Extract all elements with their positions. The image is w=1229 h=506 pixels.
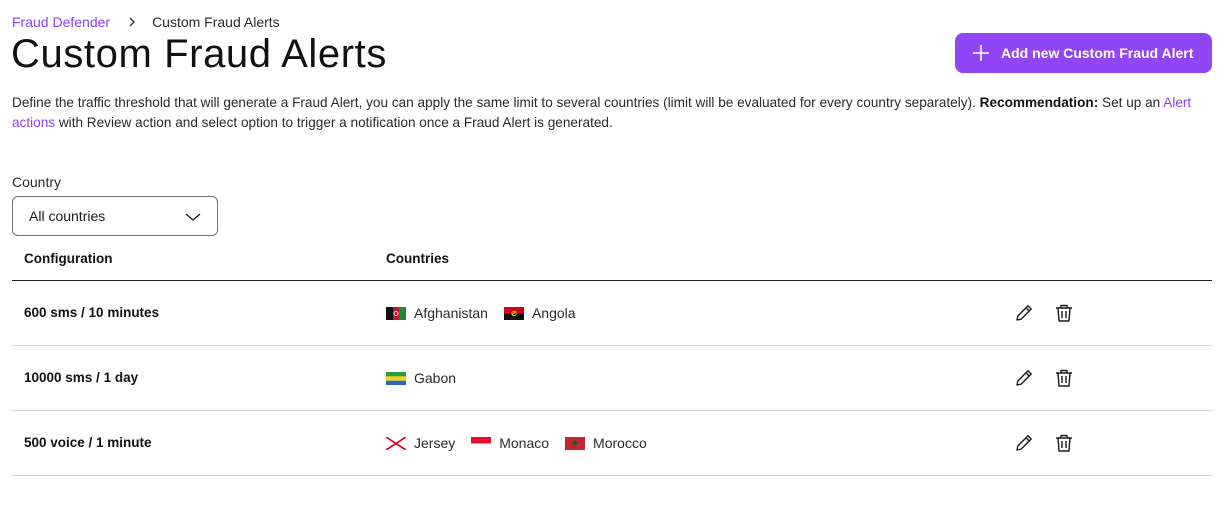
add-button-label: Add new Custom Fraud Alert — [1001, 45, 1194, 61]
chevron-right-icon — [128, 17, 136, 27]
country-select[interactable]: All countries — [12, 196, 218, 236]
row-actions — [1012, 301, 1092, 325]
country-name: Jersey — [414, 435, 456, 451]
country-chip: Monaco — [471, 435, 549, 451]
row-actions — [1012, 366, 1092, 390]
pencil-icon[interactable] — [1012, 366, 1036, 390]
country-select-value: All countries — [29, 208, 106, 224]
country-name: Monaco — [499, 435, 550, 451]
country-name: Gabon — [414, 370, 457, 386]
country-chip: Morocco — [565, 435, 647, 451]
add-custom-fraud-alert-button[interactable]: Add new Custom Fraud Alert — [955, 33, 1212, 73]
trash-icon[interactable] — [1052, 301, 1076, 325]
table-row: 10000 sms / 1 day Gabon — [12, 346, 1212, 411]
pencil-icon[interactable] — [1012, 431, 1036, 455]
row-configuration: 10000 sms / 1 day — [24, 370, 139, 385]
breadcrumb: Fraud Defender Custom Fraud Alerts — [12, 14, 280, 30]
country-name: Afghanistan — [414, 305, 488, 321]
trash-icon[interactable] — [1052, 431, 1076, 455]
country-chip: Gabon — [386, 370, 456, 386]
morocco-flag-icon — [565, 436, 586, 450]
header-countries: Countries — [386, 251, 450, 266]
jersey-flag-icon — [386, 436, 406, 450]
table-row: 600 sms / 10 minutes Afghanistan Angola — [12, 281, 1212, 346]
country-name: Morocco — [593, 435, 647, 451]
row-countries: Afghanistan Angola — [386, 305, 592, 321]
country-chip: Afghanistan — [386, 305, 488, 321]
country-chip: Jersey — [386, 435, 455, 451]
row-actions — [1012, 431, 1092, 455]
row-configuration: 600 sms / 10 minutes — [24, 305, 160, 320]
pencil-icon[interactable] — [1012, 301, 1036, 325]
country-name: Angola — [531, 305, 576, 321]
table-row: 500 voice / 1 minute Jersey Monaco Moroc… — [12, 411, 1212, 476]
monaco-flag-icon — [471, 436, 492, 450]
row-countries: Gabon — [386, 370, 472, 386]
page-description: Define the traffic threshold that will g… — [12, 95, 1192, 130]
breadcrumb-link-fraud-defender[interactable]: Fraud Defender — [12, 14, 110, 30]
angola-flag-icon — [503, 306, 524, 320]
country-chip: Angola — [503, 305, 576, 321]
header-configuration: Configuration — [24, 251, 113, 266]
gabon-flag-icon — [386, 371, 406, 385]
recommendation-label: Recommendation: — [979, 95, 1099, 110]
page-title: Custom Fraud Alerts — [11, 32, 387, 76]
row-countries: Jersey Monaco Morocco — [386, 435, 663, 451]
fraud-alerts-table: Configuration Countries 600 sms / 10 min… — [12, 240, 1212, 476]
trash-icon[interactable] — [1052, 366, 1076, 390]
table-header: Configuration Countries — [12, 240, 1212, 281]
afghanistan-flag-icon — [386, 306, 406, 320]
row-configuration: 500 voice / 1 minute — [24, 435, 152, 450]
chevron-down-icon — [185, 210, 201, 222]
country-filter-label: Country — [12, 174, 62, 190]
breadcrumb-current: Custom Fraud Alerts — [152, 14, 280, 30]
plus-icon — [971, 43, 991, 63]
